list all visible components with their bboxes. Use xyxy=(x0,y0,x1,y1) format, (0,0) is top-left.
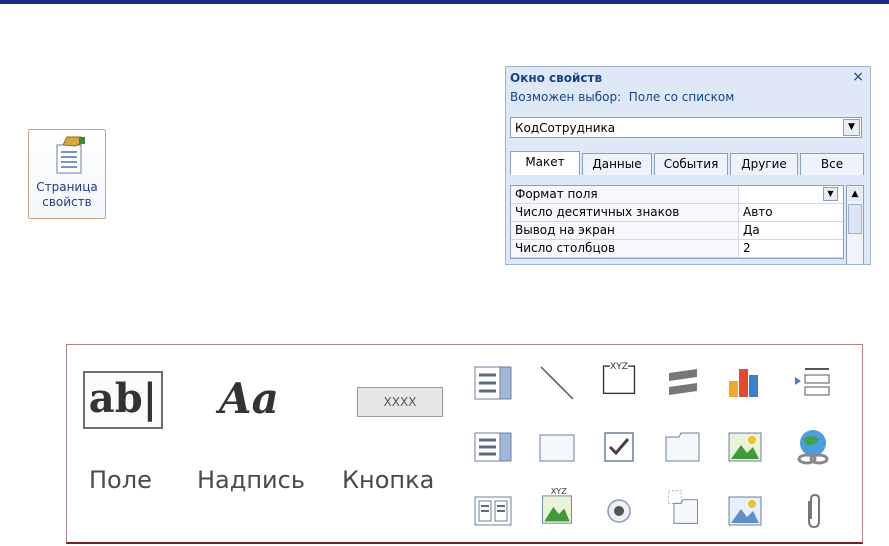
option-group-icon[interactable]: XYZ xyxy=(599,357,639,397)
textbox-tool-icon[interactable]: ab| xyxy=(83,371,163,429)
property-grid-scrollbar[interactable]: ▲ xyxy=(846,185,864,264)
property-row[interactable]: Число десятичных знаков Авто xyxy=(511,204,843,222)
property-value[interactable]: Да xyxy=(743,222,760,239)
tab-data[interactable]: Данные xyxy=(582,153,652,175)
selection-type-text: Возможен выбор: Поле со списком xyxy=(510,90,735,104)
subform-icon[interactable] xyxy=(663,487,703,527)
option-group-caption: XYZ xyxy=(610,362,628,372)
tab-all[interactable]: Все xyxy=(800,153,864,175)
label-tool-icon[interactable]: Aa xyxy=(219,371,279,427)
property-sheet-title: Окно свойств xyxy=(510,71,603,85)
label-tool-label: Надпись xyxy=(197,466,305,494)
tab-events[interactable]: События xyxy=(654,153,728,175)
chart-icon[interactable] xyxy=(725,361,765,401)
object-selector-combo[interactable]: КодСотрудника ▼ xyxy=(510,117,862,138)
object-selector-value: КодСотрудника xyxy=(515,121,616,135)
property-name: Число десятичных знаков xyxy=(511,204,739,221)
attachment-icon[interactable] xyxy=(793,491,833,531)
hyperlink-icon[interactable] xyxy=(793,427,833,467)
tab-other[interactable]: Другие xyxy=(730,153,798,175)
image-frame-icon[interactable] xyxy=(725,491,765,531)
property-row[interactable]: Формат поля ▼ xyxy=(511,186,843,204)
scroll-up-icon[interactable]: ▲ xyxy=(848,187,862,201)
property-name: Число столбцов xyxy=(511,240,739,257)
property-grid: Формат поля ▼ Число десятичных знаков Ав… xyxy=(510,185,844,259)
property-sheet-button-label: Страница свойств xyxy=(36,180,98,209)
button-tool-label: Кнопка xyxy=(342,466,435,494)
property-name: Формат поля xyxy=(511,186,739,203)
scroll-thumb[interactable] xyxy=(848,204,862,234)
chevron-down-icon[interactable]: ▼ xyxy=(823,187,838,201)
image-icon[interactable] xyxy=(725,427,765,467)
property-sheet-icon xyxy=(56,136,85,174)
close-icon[interactable]: × xyxy=(852,69,864,85)
property-sheet-button[interactable]: Страница свойств xyxy=(28,129,106,219)
property-sheet-panel: Окно свойств × Возможен выбор: Поле со с… xyxy=(505,66,871,265)
property-tabs: Макет Данные События Другие Все xyxy=(510,151,866,175)
button-tool-icon[interactable]: XXXX xyxy=(357,387,443,417)
rectangle-icon[interactable] xyxy=(537,427,577,467)
list-view-icon[interactable] xyxy=(473,491,513,531)
chevron-down-icon[interactable]: ▼ xyxy=(843,119,860,136)
list-insert-icon[interactable] xyxy=(793,363,833,403)
textbox-tool-label: Поле xyxy=(89,466,152,494)
bound-frame-icon[interactable]: XYZ xyxy=(537,485,577,525)
property-value[interactable]: 2 xyxy=(743,240,751,257)
list-box-icon[interactable] xyxy=(473,427,513,467)
property-row[interactable]: Вывод на экран Да xyxy=(511,222,843,240)
line-icon[interactable] xyxy=(537,363,577,403)
option-button-icon[interactable] xyxy=(599,491,639,531)
combo-caption: XYZ xyxy=(551,486,568,496)
property-row[interactable]: Число столбцов 2 xyxy=(511,240,843,258)
top-accent-bar xyxy=(0,0,889,4)
controls-toolbar: ab| Aa XXXX Поле Надпись Кнопка XYZ XYZ xyxy=(66,344,863,544)
tab-control-icon[interactable] xyxy=(663,427,703,467)
tab-layout[interactable]: Макет xyxy=(510,151,580,175)
combo-box-icon[interactable] xyxy=(473,363,513,403)
checkbox-icon[interactable] xyxy=(599,427,639,467)
property-name: Вывод на экран xyxy=(511,222,739,239)
page-break-icon[interactable] xyxy=(663,363,703,403)
property-value[interactable]: Авто xyxy=(743,204,773,221)
